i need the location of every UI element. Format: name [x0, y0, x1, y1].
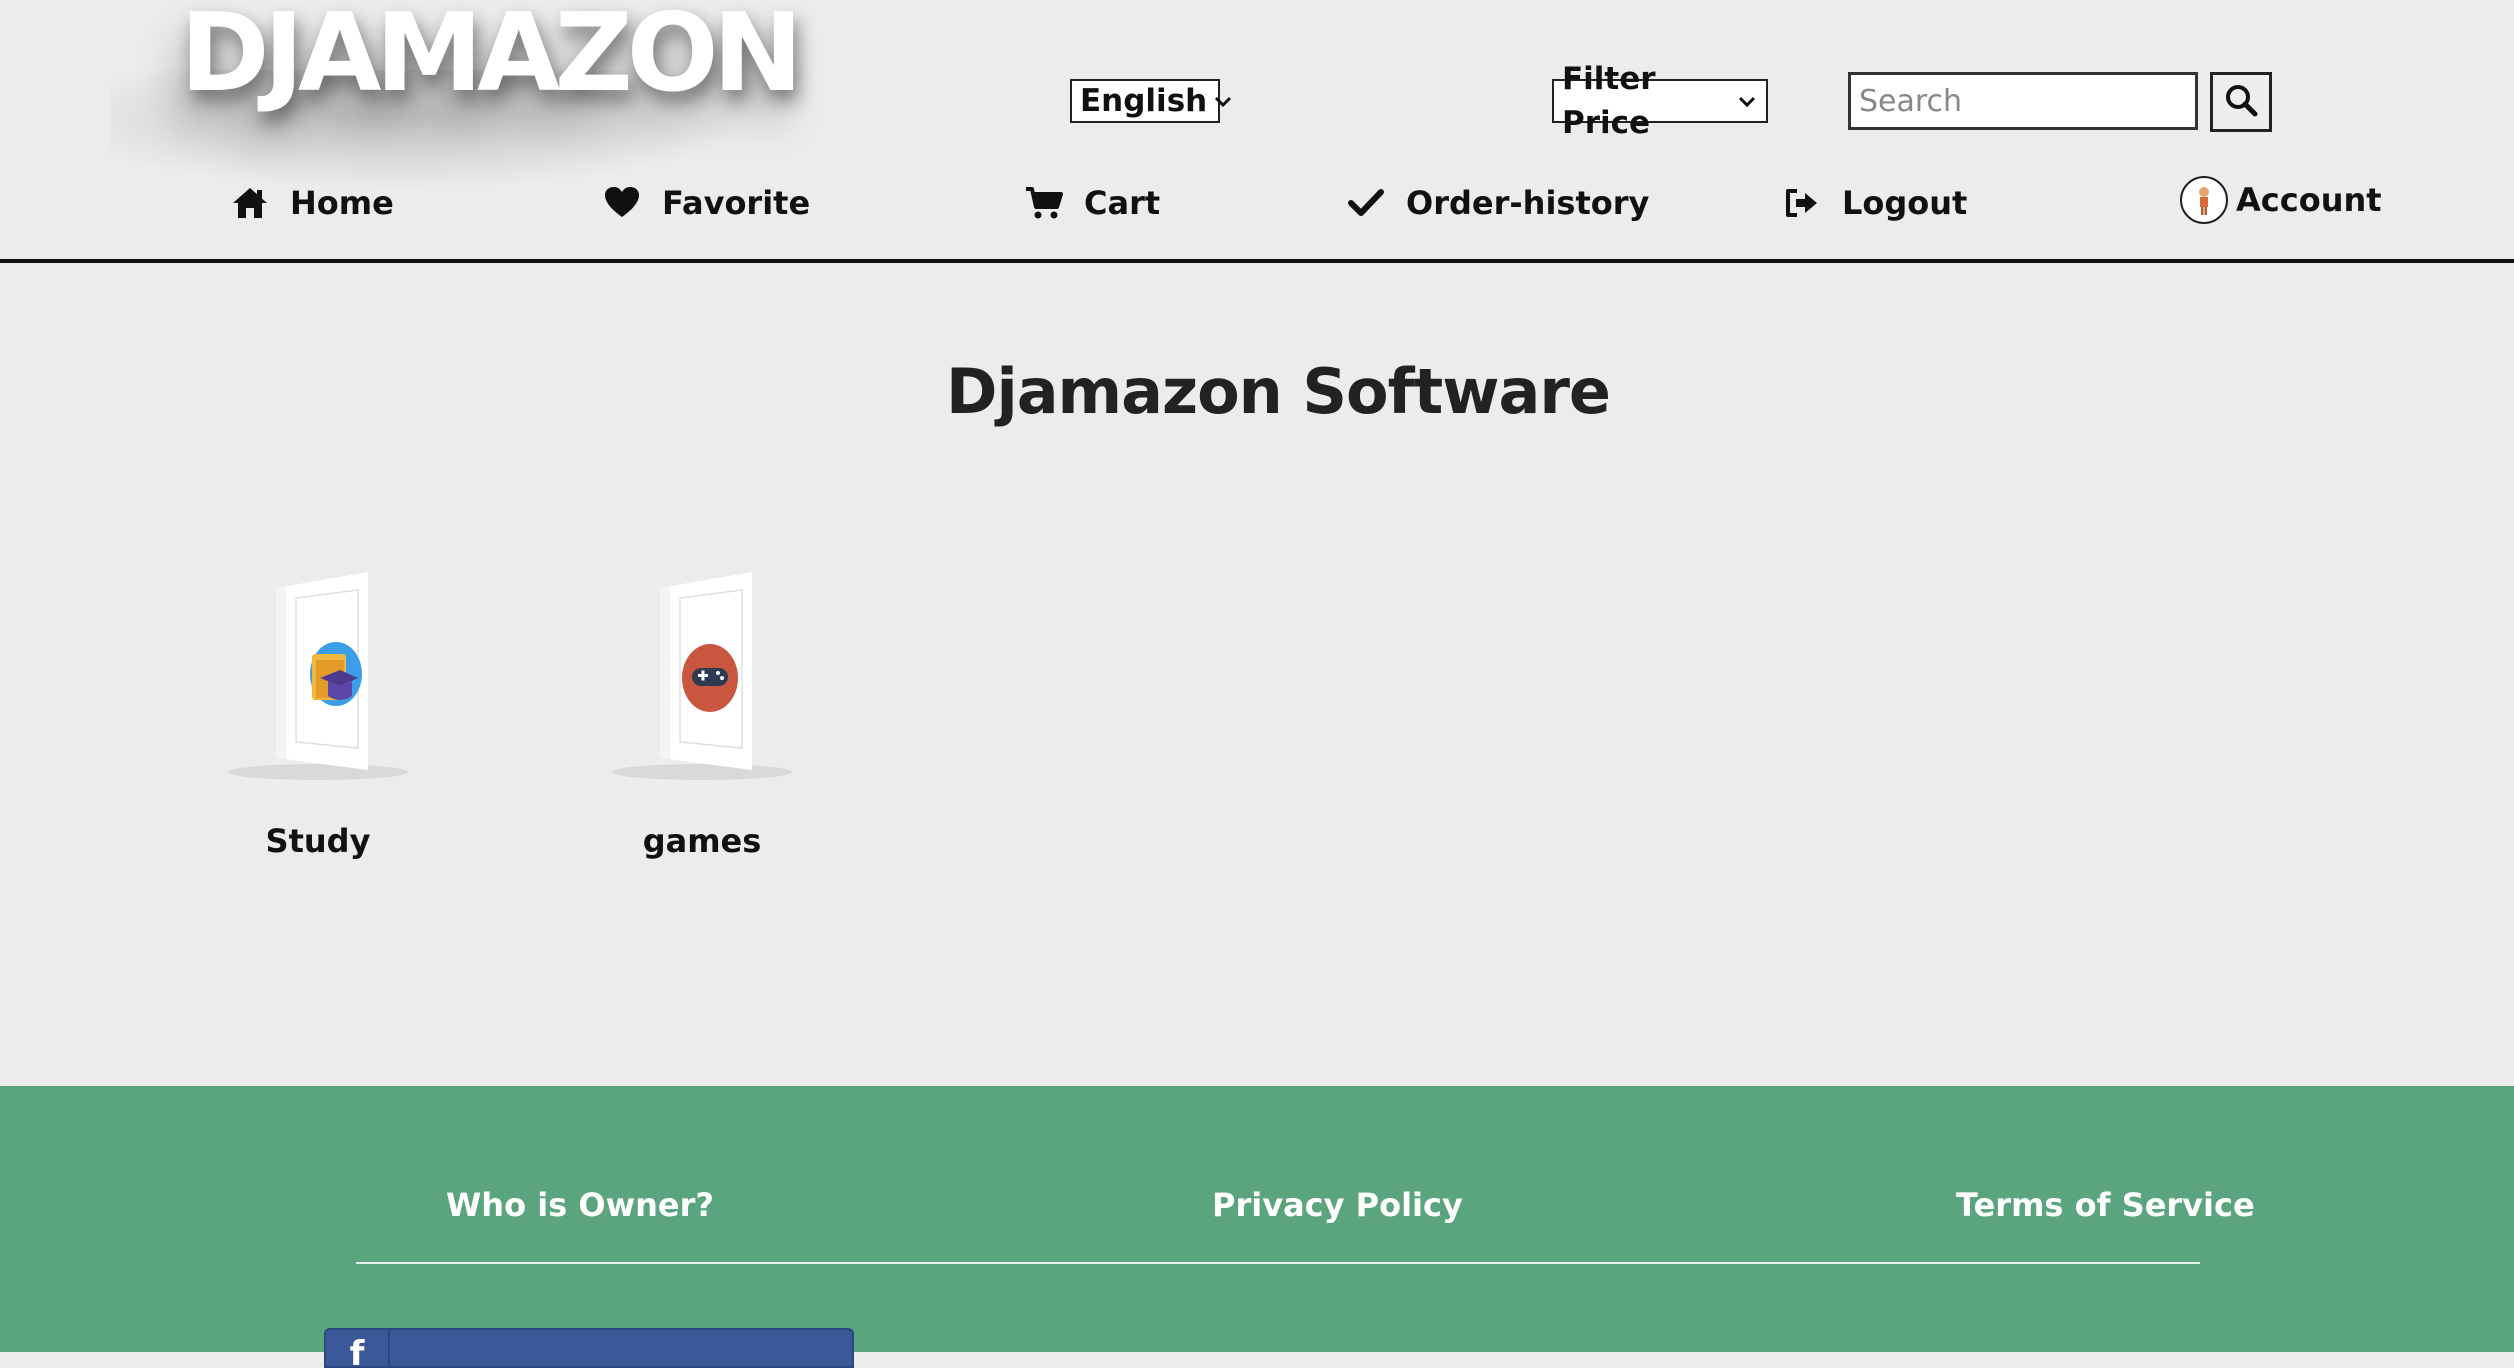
footer-link-owner[interactable]: Who is Owner?	[446, 1186, 714, 1224]
site-header: DJAMAZON English Filter Price Home	[0, 0, 2514, 263]
price-filter-value: Filter Price	[1562, 61, 1656, 141]
sign-out-icon	[1782, 183, 1822, 223]
search-button[interactable]	[2210, 72, 2272, 132]
category-games[interactable]: games	[592, 570, 812, 870]
home-icon	[230, 183, 270, 223]
nav-logout[interactable]: Logout	[1782, 178, 1967, 228]
nav-home[interactable]: Home	[230, 178, 394, 228]
search-input[interactable]	[1848, 72, 2198, 130]
page-title: Djamazon Software	[945, 355, 1611, 428]
language-select[interactable]: English	[1070, 79, 1232, 123]
gamepad-icon	[592, 570, 812, 790]
nav-order-history[interactable]: Order-history	[1346, 178, 1649, 228]
cart-icon	[1024, 183, 1064, 223]
facebook-icon: f	[326, 1330, 390, 1366]
price-filter-select[interactable]: Filter Price	[1552, 61, 1768, 141]
study-icon	[208, 570, 428, 790]
footer-divider	[356, 1262, 2200, 1264]
nav-favorite[interactable]: Favorite	[602, 178, 810, 228]
category-label: games	[642, 822, 762, 860]
footer-link-privacy[interactable]: Privacy Policy	[1212, 1186, 1463, 1224]
facebook-button[interactable]: f	[324, 1328, 854, 1368]
nav-account[interactable]: Account	[2180, 175, 2382, 225]
nav-home-label: Home	[290, 184, 394, 222]
nav-cart-label: Cart	[1084, 184, 1161, 222]
chevron-down-icon	[1213, 88, 1233, 114]
category-study[interactable]: Study	[208, 570, 428, 870]
chevron-down-icon	[1735, 88, 1758, 114]
site-footer: Who is Owner? Privacy Policy Terms of Se…	[0, 1086, 2514, 1368]
nav-favorite-label: Favorite	[662, 184, 811, 222]
nav-order-history-label: Order-history	[1406, 184, 1650, 222]
heart-icon	[602, 183, 642, 223]
footer-link-terms[interactable]: Terms of Service	[1956, 1186, 2255, 1224]
avatar	[2180, 176, 2228, 224]
nav-cart[interactable]: Cart	[1024, 178, 1160, 228]
site-logo[interactable]: DJAMAZON	[180, 0, 803, 108]
category-label: Study	[265, 822, 371, 860]
nav-logout-label: Logout	[1842, 184, 1968, 222]
checkmark-icon	[1346, 183, 1386, 223]
language-select-value: English	[1080, 83, 1208, 119]
nav-account-label: Account	[2236, 181, 2382, 219]
search-icon	[2224, 83, 2258, 121]
